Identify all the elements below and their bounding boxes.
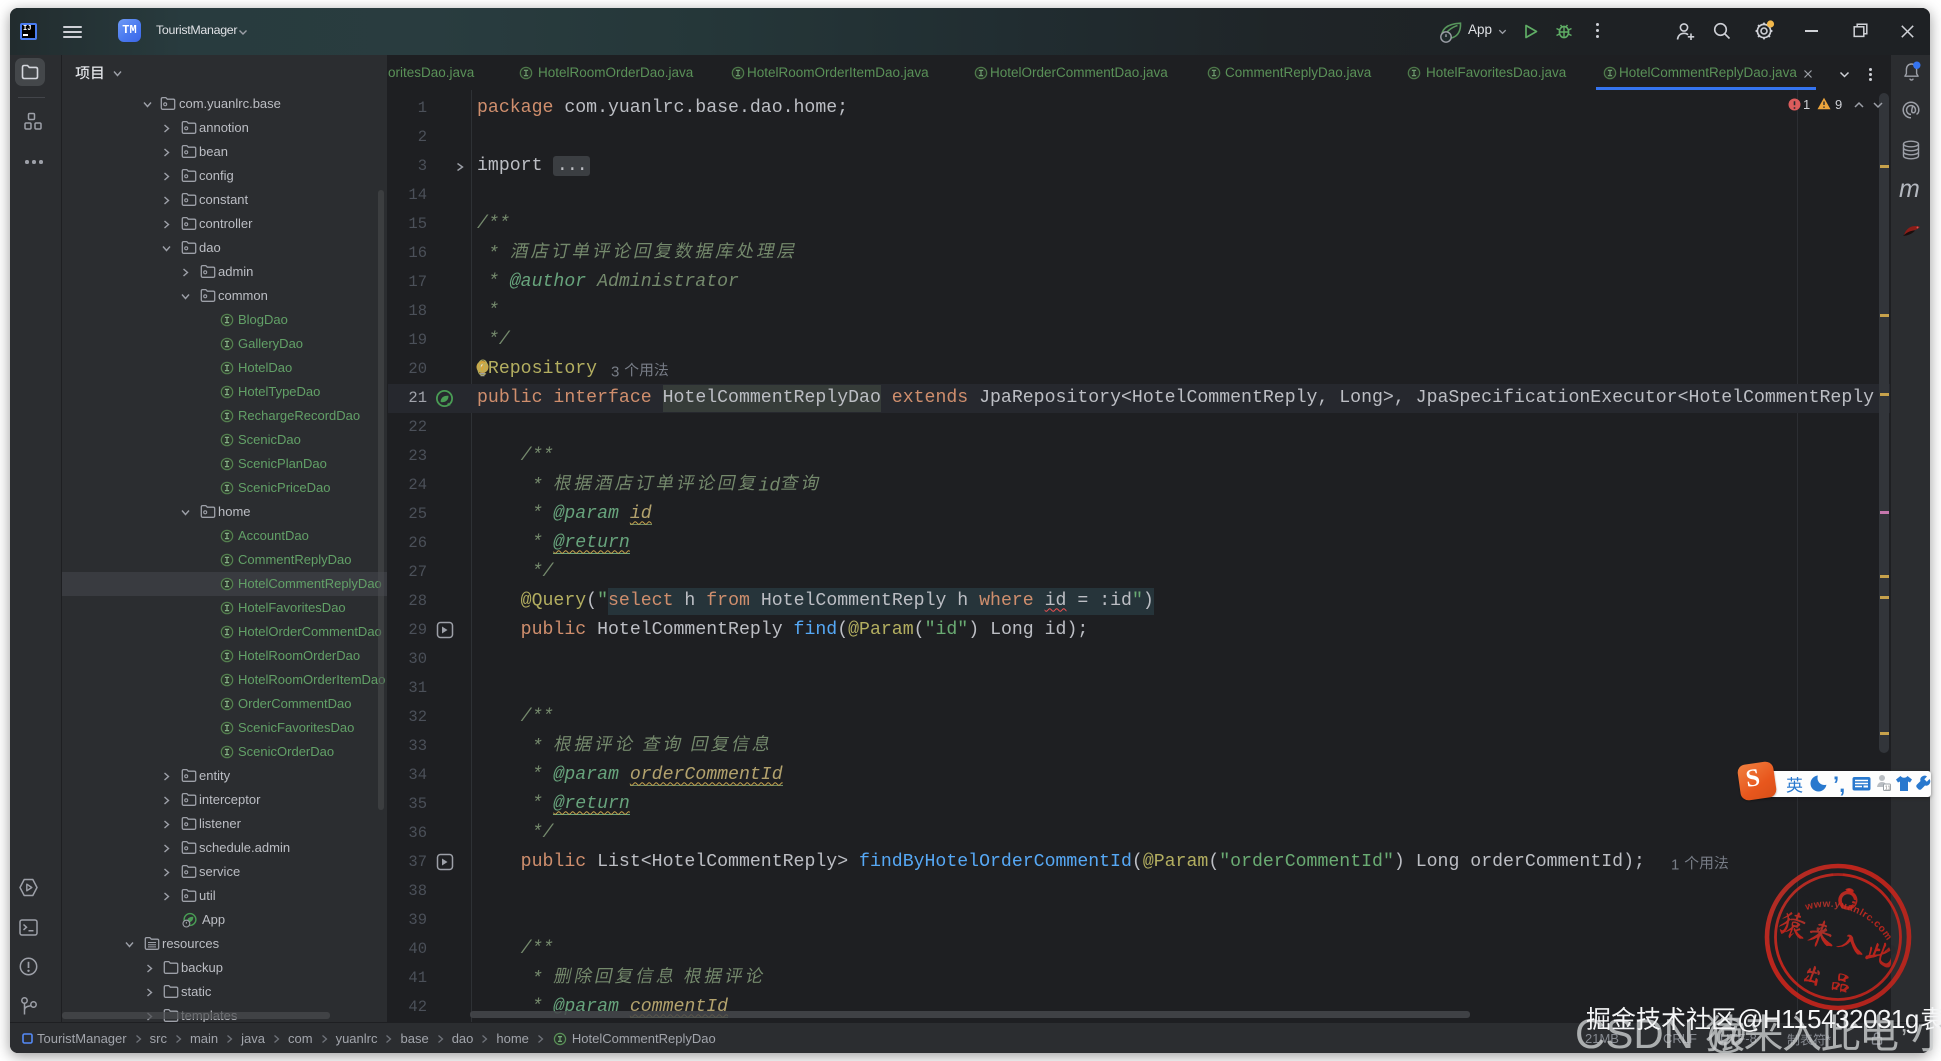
svg-text:11: 11 xyxy=(1885,785,1891,791)
svg-text:@H115432031g: @H115432031g xyxy=(1737,1004,1919,1034)
